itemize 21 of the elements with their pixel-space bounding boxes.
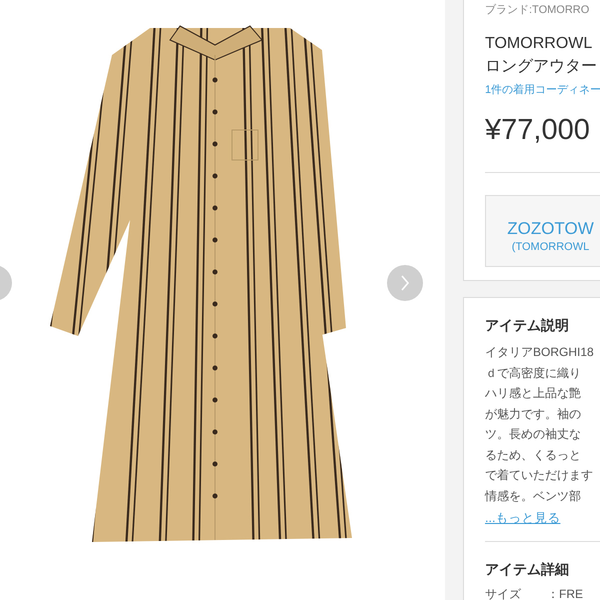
more-link[interactable]: ...もっと見る (485, 510, 560, 527)
description-line: ｄで高密度に織り (485, 364, 582, 382)
description-line: で着ていただけます (485, 467, 594, 484)
chevron-right-icon (400, 275, 410, 291)
description-line: 情感を。ベンツ部 (485, 488, 582, 504)
shop-button[interactable]: ZOZOTOW (TOMORROWL (485, 195, 600, 267)
next-button[interactable] (387, 265, 423, 301)
detail-label: サイズ (485, 586, 521, 600)
product-title-line: TOMORROWL (485, 34, 594, 54)
description-line: ツ。長めの袖丈な (485, 426, 582, 443)
section-heading: アイテム詳細 (485, 560, 570, 578)
description-line: が魅力です。袖の (485, 406, 582, 422)
price: ¥77,000 (485, 113, 591, 148)
description-line: イタリアBORGHI18 (485, 344, 595, 361)
coordinate-link[interactable]: 1件の着用コーディネー (485, 82, 600, 97)
description-line: ハリ感と上品な艶 (485, 385, 582, 402)
section-heading: アイテム説明 (485, 316, 570, 334)
brand-label: ブランド:TOMORRO (485, 2, 590, 18)
product-title-line: ロングアウター (485, 57, 598, 77)
detail-value: ：FRE (547, 586, 583, 600)
description-line: るため、くるっと (485, 446, 582, 464)
